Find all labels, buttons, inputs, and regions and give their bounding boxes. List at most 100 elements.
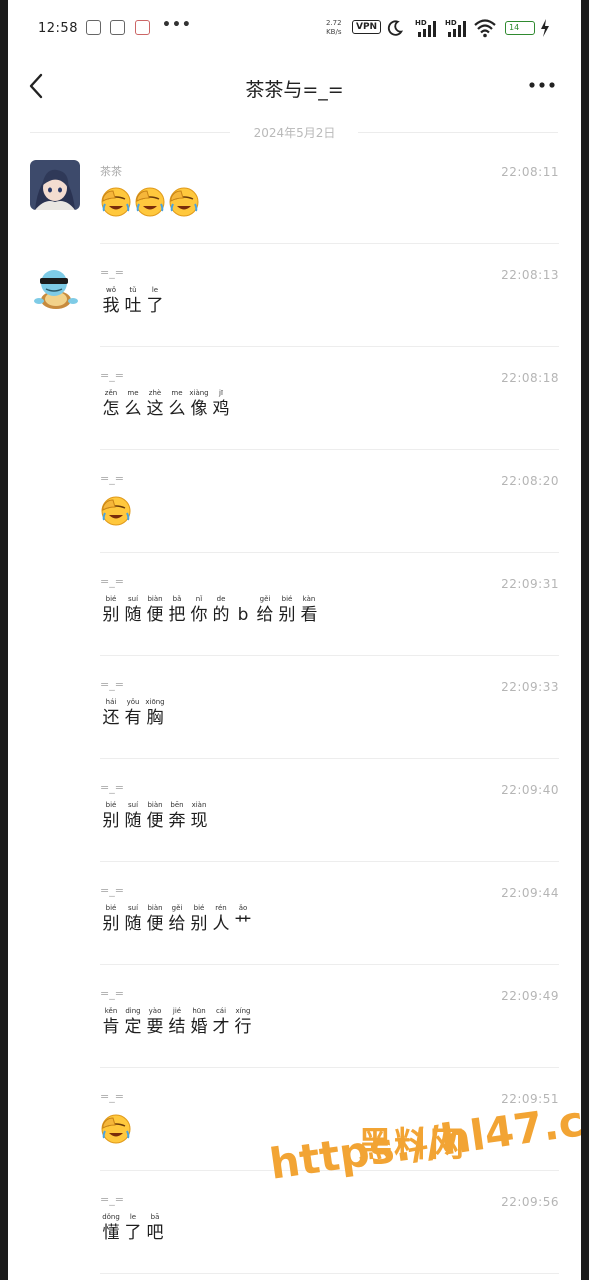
phone-screen: 12:58 ••• 2.72 KB/s VPN HD HD 14 茶茶与=_= …: [8, 0, 581, 1280]
sender-name: =_=: [100, 884, 124, 897]
chat-message[interactable]: =_= 22:09:40 bié 别 suí 随 biàn 便 bēn 奔 xiàn 现: [8, 778, 581, 878]
chat-message[interactable]: =_= 22:08:20: [8, 469, 581, 569]
sender-name: =_=: [100, 266, 124, 279]
hanzi: 这: [146, 399, 164, 419]
message-text: kěn 肯 dìng 定 yào 要 jié 结 hūn 婚 cái 才 xíng 行: [100, 1006, 254, 1038]
ruby-character: dǒng 懂: [100, 1212, 122, 1244]
hanzi: 你: [190, 605, 208, 625]
wifi-icon: [474, 19, 496, 38]
ruby-character: kěn 肯: [100, 1006, 122, 1038]
pinyin: jié: [172, 1007, 182, 1015]
signal-strength-icon: HD: [415, 19, 436, 37]
pinyin: de: [216, 595, 226, 603]
pinyin: suí: [127, 904, 139, 912]
sender-name: =_=: [100, 987, 124, 1000]
pinyin: tǔ: [129, 286, 137, 294]
chat-message[interactable]: 茶茶 22:08:11: [8, 160, 581, 260]
chat-message[interactable]: =_= 22:09:31 bié 别 suí 随 biàn 便 bǎ 把 nǐ 你 de 的 b gěi 给 bi…: [8, 572, 581, 672]
hanzi: 便: [146, 914, 164, 934]
chat-message[interactable]: =_= 22:08:13 wǒ 我 tǔ 吐 le 了: [8, 263, 581, 363]
hanzi: 别: [102, 811, 120, 831]
pinyin: xiàn: [191, 801, 207, 809]
more-notifications-icon: •••: [162, 17, 192, 33]
pinyin: dǒng: [102, 1213, 120, 1221]
pinyin: bié: [105, 801, 117, 809]
ruby-character: bié 别: [100, 903, 122, 935]
status-bar: 12:58 ••• 2.72 KB/s VPN HD HD 14: [8, 0, 581, 58]
hanzi: 别: [102, 605, 120, 625]
date-label: 2024年5月2日: [253, 126, 336, 140]
chat-message[interactable]: =_= 22:08:18 zěn 怎 me 么 zhè 这 me 么 xiàng 像 jī 鸡: [8, 366, 581, 466]
emoji-content: [100, 495, 132, 527]
pinyin: bié: [281, 595, 293, 603]
pinyin: gěi: [171, 904, 183, 912]
hanzi: 便: [146, 811, 164, 831]
ruby-character: xíng 行: [232, 1006, 254, 1038]
hanzi: 我: [102, 296, 120, 316]
ruby-character: biàn 便: [144, 903, 166, 935]
pinyin: bié: [105, 595, 117, 603]
facepalm-laugh-emoji: [101, 187, 131, 217]
ruby-character: biàn 便: [144, 594, 166, 626]
hanzi: 还: [102, 708, 120, 728]
pinyin: me: [171, 389, 183, 397]
message-separator: [100, 861, 559, 862]
message-time: 22:09:40: [501, 783, 559, 797]
pinyin: bié: [105, 904, 117, 912]
hanzi: 么: [168, 399, 186, 419]
net-speed-unit: KB/s: [326, 28, 342, 36]
hanzi: 别: [278, 605, 296, 625]
message-separator: [100, 1273, 559, 1274]
ruby-character: xiàn 现: [188, 800, 210, 832]
message-time: 22:08:18: [501, 371, 559, 385]
sender-name: =_=: [100, 1090, 124, 1103]
anime-avatar-image: [30, 160, 80, 210]
hanzi: 吐: [124, 296, 142, 316]
chat-message[interactable]: =_= 22:09:56 dǒng 懂 le 了 bā 吧: [8, 1190, 581, 1280]
hanzi: 奔: [168, 811, 186, 831]
ruby-character: b: [232, 594, 254, 626]
signal-strength-icon: HD: [445, 19, 466, 37]
more-options-icon[interactable]: [526, 72, 558, 98]
chat-message[interactable]: =_= 22:09:44 bié 别 suí 随 biàn 便 gěi 给 bié 别 rén 人 ǎo 艹: [8, 881, 581, 981]
pinyin: kàn: [302, 595, 316, 603]
pinyin: cái: [215, 1007, 227, 1015]
pinyin: biàn: [147, 904, 163, 912]
hanzi: 给: [256, 605, 274, 625]
ruby-character: hūn 婚: [188, 1006, 210, 1038]
chat-message[interactable]: =_= 22:09:33 hái 还 yǒu 有 xiōng 胸: [8, 675, 581, 775]
sender-name: =_=: [100, 678, 124, 691]
message-time: 22:09:56: [501, 1195, 559, 1209]
facepalm-laugh-emoji: [101, 496, 131, 526]
pinyin: ǎo: [238, 904, 248, 912]
hanzi: 随: [124, 914, 142, 934]
message-text: bié 别 suí 随 biàn 便 bǎ 把 nǐ 你 de 的 b gěi 给 bié 别 kàn 看: [100, 594, 320, 626]
hanzi: 了: [146, 296, 164, 316]
date-divider: 2024年5月2日: [8, 122, 581, 142]
message-text: hái 还 yǒu 有 xiōng 胸: [100, 697, 166, 729]
ruby-character: bié 别: [100, 594, 122, 626]
ruby-character: zhè 这: [144, 388, 166, 420]
pinyin: bǎ: [172, 595, 182, 603]
status-time: 12:58: [38, 21, 78, 36]
avatar[interactable]: [30, 160, 80, 210]
pinyin: hūn: [192, 1007, 206, 1015]
sender-name: =_=: [100, 369, 124, 382]
message-time: 22:09:44: [501, 886, 559, 900]
ruby-character: bié 别: [276, 594, 298, 626]
pinyin: wǒ: [105, 286, 116, 294]
message-text: wǒ 我 tǔ 吐 le 了: [100, 285, 166, 317]
ruby-character: dìng 定: [122, 1006, 144, 1038]
emoji-content: [100, 186, 200, 218]
avatar[interactable]: [30, 263, 80, 313]
facepalm-laugh-emoji: [135, 187, 165, 217]
pinyin: le: [151, 286, 159, 294]
network-speed: 2.72 KB/s: [326, 19, 342, 37]
pinyin: me: [127, 389, 139, 397]
ruby-character: xiàng 像: [188, 388, 210, 420]
chat-message[interactable]: =_= 22:09:49 kěn 肯 dìng 定 yào 要 jié 结 hūn 婚 cái 才 xíng…: [8, 984, 581, 1084]
notification-app-icon: [110, 20, 125, 35]
hanzi: 懂: [102, 1223, 120, 1243]
net-speed-value: 2.72: [326, 19, 342, 27]
svg-text:HD: HD: [415, 19, 427, 27]
